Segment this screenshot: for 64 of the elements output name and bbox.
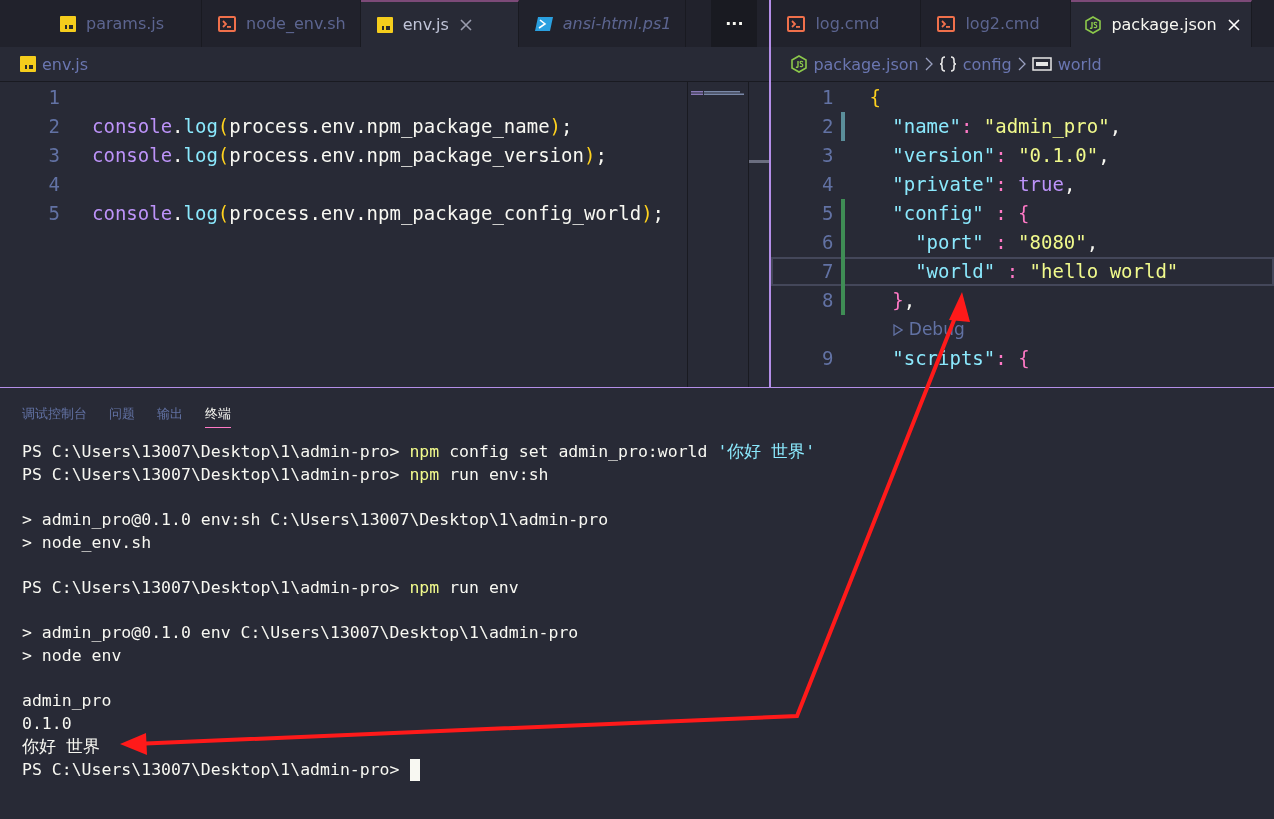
code-line: {: [869, 85, 881, 110]
line-number: 4: [820, 172, 834, 197]
terminal-file-icon: [937, 15, 956, 32]
code-line: "port" : "8080",: [914, 230, 1099, 255]
breadcrumb-item[interactable]: env.js: [42, 54, 89, 74]
code-line: "world" : "hello world": [914, 259, 1179, 284]
terminal-line: > node_env.sh: [22, 532, 152, 554]
node-file-icon: [791, 55, 808, 73]
terminal-line: > node env: [22, 645, 122, 667]
line-number: 5: [47, 201, 60, 226]
js-file-icon: [20, 56, 36, 72]
terminal-line: admin_pro: [22, 690, 112, 712]
line-number: 3: [820, 143, 834, 168]
js-file-icon: [60, 15, 76, 32]
terminal-file-icon: [218, 15, 236, 32]
play-icon: [893, 323, 904, 336]
code-line: "private": true,: [891, 172, 1076, 197]
line-number: 4: [47, 172, 60, 197]
code-line: console.log(process.env.npm_package_config_world);: [92, 201, 665, 227]
chevron-icon: [1017, 57, 1026, 71]
line-number: 1: [47, 85, 60, 110]
code-line: console.log(process.env.npm_package_version);: [92, 143, 607, 169]
code-line: "config" : {: [891, 201, 1030, 226]
terminal-line: > admin_pro@0.1.0 env C:\Users\13007\Desktop\1\admin-pro: [22, 622, 579, 644]
terminal-line: PS C:\Users\13007\Desktop\1\admin-pro> npm config set admin_pro:world '你好 世界': [22, 441, 816, 463]
code-line: },: [891, 288, 916, 313]
terminal-file-icon: [787, 15, 806, 32]
close-icon: [458, 17, 473, 32]
close-icon: [1226, 17, 1241, 32]
code-line: "version": "0.1.0",: [891, 143, 1110, 168]
code-line: "name": "admin_pro",: [891, 114, 1122, 140]
breadcrumb-item[interactable]: config: [962, 54, 1012, 74]
terminal-line: 你好 世界: [22, 736, 100, 758]
braces-icon: [938, 56, 957, 72]
breadcrumb-item[interactable]: package.json: [813, 54, 919, 74]
chevron-icon: [924, 57, 933, 71]
more-button[interactable]: ···: [711, 0, 758, 47]
line-number: 6: [820, 230, 834, 255]
panel-tab[interactable]: 调试控制台: [22, 400, 87, 428]
string-symbol-icon: [1031, 56, 1052, 72]
line-number: 7: [820, 259, 834, 284]
terminal-line: PS C:\Users\13007\Desktop\1\admin-pro>: [22, 759, 400, 781]
panel-tab[interactable]: 问题: [109, 400, 135, 428]
terminal-line: PS C:\Users\13007\Desktop\1\admin-pro> npm run env:sh: [22, 464, 549, 486]
node-file-icon: [1085, 15, 1102, 34]
breadcrumb-item[interactable]: world: [1057, 54, 1102, 74]
line-number: 5: [820, 201, 834, 226]
scrollbar-thumb[interactable]: [749, 160, 770, 163]
js-file-icon: [376, 16, 393, 33]
line-number: 2: [47, 114, 60, 139]
terminal-line: PS C:\Users\13007\Desktop\1\admin-pro> npm run env: [22, 577, 519, 599]
panel-tab[interactable]: 终端: [205, 400, 231, 428]
line-number: 9: [820, 346, 834, 371]
panel-tab[interactable]: 输出: [157, 400, 183, 428]
line-number: 1: [820, 85, 834, 110]
terminal-line: 0.1.0: [22, 713, 72, 735]
line-number: 3: [47, 143, 60, 168]
editor-tab[interactable]: env.js: [360, 0, 519, 47]
code-line: console.log(process.env.npm_package_name);: [92, 114, 573, 140]
powershell-file-icon: [534, 15, 553, 32]
terminal-line: > admin_pro@0.1.0 env:sh C:\Users\13007\Desktop\1\admin-pro: [22, 509, 609, 531]
editor-tab[interactable]: package.json: [1071, 0, 1252, 47]
line-number: 8: [820, 288, 834, 313]
line-number: 2: [820, 114, 834, 139]
